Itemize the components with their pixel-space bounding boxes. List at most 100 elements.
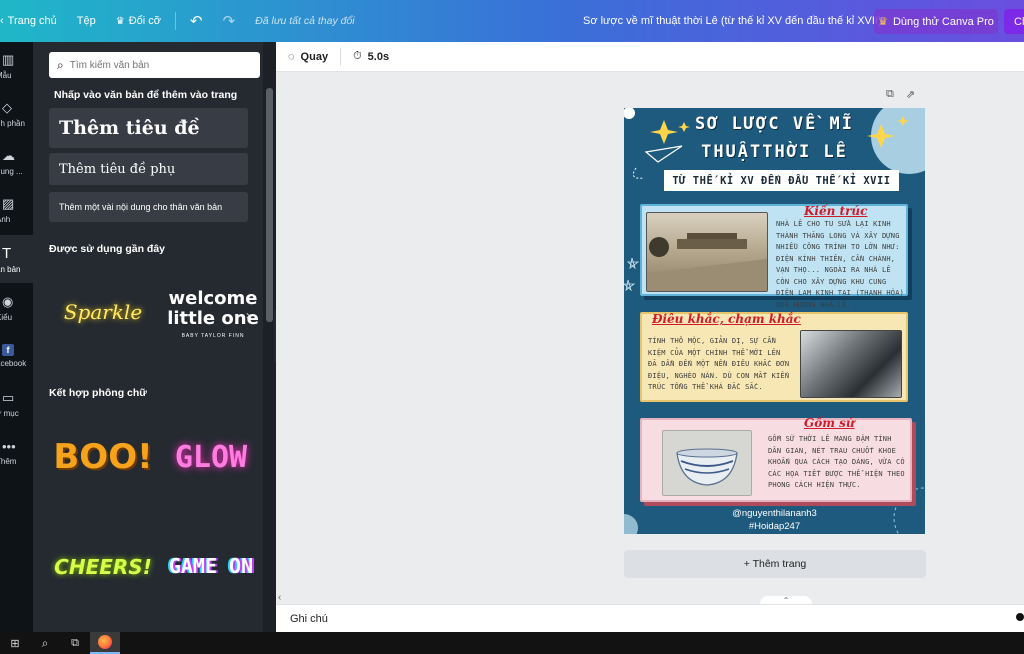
share-button[interactable]: Ch	[1004, 9, 1024, 34]
animate-button[interactable]: ◌ Quay	[288, 51, 328, 63]
zoom-slider-handle[interactable]	[1016, 613, 1024, 621]
chevron-left-icon: ‹	[0, 15, 4, 27]
search-icon: ⌕	[57, 57, 64, 72]
palette-icon: ◉	[2, 294, 14, 309]
welcome-line1: welcome	[168, 288, 258, 309]
credit-tag: #Hoidap247	[748, 521, 801, 532]
undo-icon: ↶	[190, 13, 203, 30]
more-icon: •••	[2, 438, 16, 454]
windows-icon: ⊞	[10, 637, 20, 650]
section-body: GỐM SỨ THỜI LÊ MANG ĐẬM TÍNH DÂN GIAN, N…	[768, 435, 905, 489]
undo-button[interactable]: ↶	[180, 0, 213, 42]
rail-item-more[interactable]: ••• Thêm	[0, 428, 33, 476]
star-outline-icon	[626, 257, 640, 270]
add-heading-button[interactable]: Thêm tiêu đề	[49, 108, 248, 148]
text-search-input[interactable]	[69, 59, 240, 71]
text-panel: ⌕ Nhấp vào văn bản để thêm vào trang Thê…	[33, 42, 276, 632]
search-icon: ⌕	[41, 635, 49, 650]
resize-button[interactable]: ♛ Đổi cỡ	[106, 0, 171, 42]
rail-item-text[interactable]: Tăn bản	[0, 235, 33, 283]
architecture-photo	[646, 212, 768, 292]
font-tile-cheers[interactable]: CHEERS!	[53, 537, 153, 597]
rail-item-elements[interactable]: ◇ nh phần	[0, 90, 33, 138]
click-hint: Nhấp vào văn bản để thêm vào trang	[54, 89, 238, 101]
rail-label: ư mục	[0, 409, 19, 418]
add-body-text-button[interactable]: Thêm một vài nội dung cho thân văn bản	[49, 192, 248, 222]
os-taskbar: ⊞ ⌕ ⧉	[0, 632, 1024, 654]
divider	[175, 12, 177, 30]
rail-item-uploads[interactable]: ☁ dung ...	[0, 138, 33, 186]
file-menu-button[interactable]: Tệp	[67, 0, 106, 42]
add-page-icon[interactable]: ⇗	[906, 88, 915, 101]
context-toolbar: ◌ Quay ⏱ 5.0s	[276, 42, 1024, 72]
rail-label: Ảnh	[0, 215, 11, 224]
firefox-taskbar-button[interactable]	[90, 632, 120, 654]
rail-item-styles[interactable]: ◉ Kiểu	[0, 284, 33, 332]
font-tile-sparkle[interactable]: Sparkle	[53, 282, 153, 342]
panel-scroll-thumb[interactable]	[266, 88, 273, 322]
rail-label: nh phần	[0, 119, 25, 128]
timer-icon: ⏱	[353, 50, 362, 62]
side-rail: ▥ Mẫu ◇ nh phần ☁ dung ... ▨ Ảnh Tăn bản ◉ Ki…	[0, 42, 33, 632]
recent-section-title: Được sử dụng gần đây	[49, 243, 166, 255]
text-icon: T	[2, 244, 12, 262]
ceramics-photo	[662, 430, 752, 496]
architecture-photo-sketch	[647, 233, 767, 291]
rail-item-folders[interactable]: ▭ ư mục	[0, 380, 33, 428]
font-tile-game-on[interactable]: GAME ON	[161, 539, 261, 593]
text-search-box[interactable]: ⌕	[49, 52, 260, 78]
rail-item-facebook[interactable]: f acebook	[0, 332, 33, 380]
document-title[interactable]: Sơ lược về mĩ thuật thời Lê (từ thế kỉ X…	[583, 0, 882, 42]
file-label: Tệp	[76, 15, 96, 27]
notes-button[interactable]: Ghi chú	[290, 613, 328, 625]
add-page-button[interactable]: + Thêm trang	[624, 550, 926, 578]
animate-label: Quay	[300, 50, 329, 63]
design-subtitle-banner: TỪ THẾ KỈ XV ĐẾN ĐẦU THẾ KỈ XVII	[664, 170, 899, 191]
crown-icon: ♛	[878, 16, 888, 28]
animate-icon: ◌	[288, 50, 295, 63]
section-body: NHÀ LÊ CHO TU SỬA LẠI KINH THÀNH THĂNG L…	[776, 220, 905, 309]
rail-item-photos[interactable]: ▨ Ảnh	[0, 186, 33, 234]
duration-label: 5.0s	[367, 50, 390, 63]
design-page[interactable]: SƠ LƯỢC VỀ MĨ THUẬTTHỜI LÊ TỪ THẾ KỈ XV …	[624, 108, 925, 534]
add-subheading-button[interactable]: Thêm tiêu đề phụ	[49, 153, 248, 185]
bowl-sketch	[676, 448, 738, 486]
rail-label: Mẫu	[0, 71, 12, 80]
home-button[interactable]: ‹ Trang chủ	[0, 0, 67, 42]
redo-button[interactable]: ↷	[213, 0, 246, 42]
sculpture-photo	[800, 330, 902, 398]
try-pro-label: Dùng thử Canva Pro	[892, 15, 994, 28]
font-tile-boo[interactable]: BOO!	[53, 427, 153, 487]
rail-label: Kiểu	[0, 313, 13, 322]
redo-icon: ↷	[222, 13, 236, 30]
combos-section-title: Kết hợp phông chữ	[49, 387, 147, 399]
rail-label: Thêm	[0, 456, 17, 466]
section-heading: Gốm sứ	[804, 416, 855, 430]
section-heading: Kiến trúc	[804, 204, 868, 218]
try-pro-button[interactable]: ♛ Dùng thử Canva Pro	[874, 9, 998, 34]
task-view-button[interactable]: ⧉	[60, 632, 90, 654]
photo-icon: ▨	[2, 196, 15, 211]
firefox-icon	[98, 635, 112, 649]
duration-button[interactable]: ⏱ 5.0s	[353, 50, 389, 63]
duplicate-page-icon[interactable]: ⧉	[886, 88, 894, 101]
rail-item-templates[interactable]: ▥ Mẫu	[0, 42, 33, 90]
font-tile-glow[interactable]: GLOW	[161, 427, 261, 487]
windows-start-button[interactable]: ⊞	[0, 632, 30, 654]
taskbar-search-button[interactable]: ⌕	[30, 632, 60, 654]
design-title-line2: THUẬTTHỜI LÊ	[701, 142, 848, 162]
folder-icon: ▭	[2, 390, 15, 405]
upload-icon: ☁	[2, 148, 15, 163]
chevron-right-icon[interactable]: ›	[246, 308, 250, 322]
save-status: Đã lưu tất cả thay đổi	[255, 15, 355, 27]
home-label: Trang chủ	[7, 15, 57, 27]
elements-icon: ◇	[2, 100, 12, 115]
star-outline-icon	[624, 279, 636, 292]
resize-label: Đổi cỡ	[128, 15, 162, 27]
scroll-left-icon[interactable]: ‹	[278, 592, 281, 603]
plane-trail	[632, 167, 645, 179]
rail-label: ăn bản	[0, 264, 21, 274]
credit-user: @nguyenthilananh3	[732, 508, 817, 519]
facebook-icon: f	[2, 344, 14, 356]
share-label: Ch	[1014, 15, 1024, 28]
